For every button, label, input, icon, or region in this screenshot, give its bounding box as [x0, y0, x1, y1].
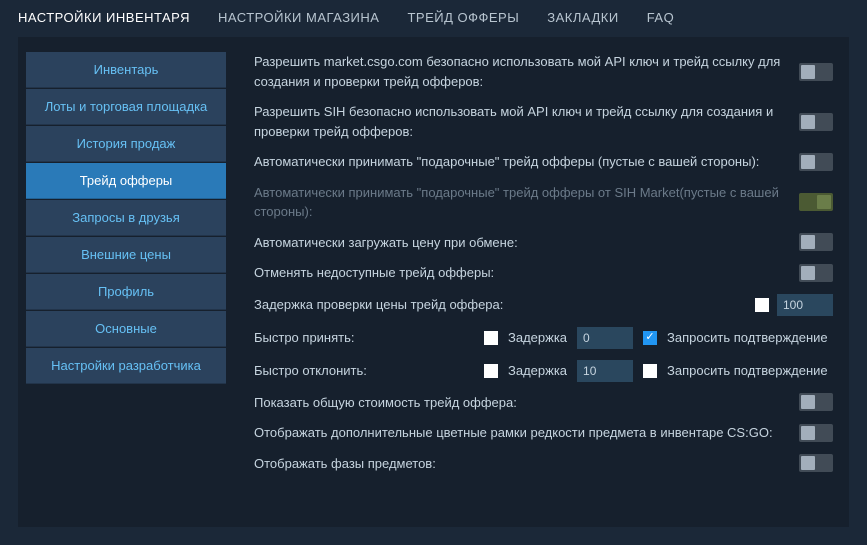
label-quick-accept-delay: Задержка: [508, 330, 567, 345]
label-allow-sih: Разрешить SIH безопасно использовать мой…: [254, 102, 785, 141]
sidebar-item-profile[interactable]: Профиль: [26, 274, 226, 310]
label-quick-accept-confirm: Запросить подтверждение: [667, 330, 828, 345]
sidebar-item-friend-requests[interactable]: Запросы в друзья: [26, 200, 226, 236]
label-price-check-delay: Задержка проверки цены трейд оффера:: [254, 295, 741, 315]
content: Разрешить market.csgo.com безопасно испо…: [226, 52, 839, 497]
input-quick-decline-delay[interactable]: [577, 360, 633, 382]
label-auto-accept-gift-sih: Автоматически принимать "подарочные" тре…: [254, 183, 785, 222]
toggle-auto-load-price[interactable]: [799, 233, 833, 251]
settings-panel: Инвентарь Лоты и торговая площадка Истор…: [18, 37, 849, 527]
nav-inventory-settings[interactable]: НАСТРОЙКИ ИНВЕНТАРЯ: [18, 10, 190, 25]
label-quick-decline-delay: Задержка: [508, 363, 567, 378]
label-quick-accept: Быстро принять:: [254, 330, 474, 345]
sidebar-item-general[interactable]: Основные: [26, 311, 226, 347]
checkbox-quick-accept-confirm[interactable]: [643, 331, 657, 345]
top-nav: НАСТРОЙКИ ИНВЕНТАРЯ НАСТРОЙКИ МАГАЗИНА Т…: [0, 0, 867, 37]
toggle-show-total-cost[interactable]: [799, 393, 833, 411]
sidebar-item-trade-offers[interactable]: Трейд офферы: [26, 163, 226, 199]
label-auto-accept-gift: Автоматически принимать "подарочные" тре…: [254, 152, 785, 172]
checkbox-price-check-delay[interactable]: [755, 298, 769, 312]
toggle-allow-market-csgo[interactable]: [799, 63, 833, 81]
toggle-show-phases[interactable]: [799, 454, 833, 472]
nav-store-settings[interactable]: НАСТРОЙКИ МАГАЗИНА: [218, 10, 380, 25]
input-price-check-delay[interactable]: [777, 294, 833, 316]
nav-faq[interactable]: FAQ: [647, 10, 675, 25]
label-allow-market-csgo: Разрешить market.csgo.com безопасно испо…: [254, 52, 785, 91]
checkbox-quick-accept-delay[interactable]: [484, 331, 498, 345]
input-quick-accept-delay[interactable]: [577, 327, 633, 349]
label-auto-load-price: Автоматически загружать цену при обмене:: [254, 233, 785, 253]
toggle-show-rarity-frames[interactable]: [799, 424, 833, 442]
sidebar: Инвентарь Лоты и торговая площадка Истор…: [26, 52, 226, 497]
nav-bookmarks[interactable]: ЗАКЛАДКИ: [547, 10, 618, 25]
label-show-total-cost: Показать общую стоимость трейд оффера:: [254, 393, 785, 413]
label-show-rarity-frames: Отображать дополнительные цветные рамки …: [254, 423, 785, 443]
toggle-cancel-unavailable[interactable]: [799, 264, 833, 282]
checkbox-quick-decline-delay[interactable]: [484, 364, 498, 378]
label-quick-decline-confirm: Запросить подтверждение: [667, 363, 828, 378]
label-quick-decline: Быстро отклонить:: [254, 363, 474, 378]
sidebar-item-external-prices[interactable]: Внешние цены: [26, 237, 226, 273]
sidebar-item-lots[interactable]: Лоты и торговая площадка: [26, 89, 226, 125]
label-show-phases: Отображать фазы предметов:: [254, 454, 785, 474]
sidebar-item-developer[interactable]: Настройки разработчика: [26, 348, 226, 384]
checkbox-quick-decline-confirm[interactable]: [643, 364, 657, 378]
label-cancel-unavailable: Отменять недоступные трейд офферы:: [254, 263, 785, 283]
sidebar-item-inventory[interactable]: Инвентарь: [26, 52, 226, 88]
toggle-auto-accept-gift-sih[interactable]: [799, 193, 833, 211]
toggle-auto-accept-gift[interactable]: [799, 153, 833, 171]
nav-trade-offers[interactable]: ТРЕЙД ОФФЕРЫ: [407, 10, 519, 25]
toggle-allow-sih[interactable]: [799, 113, 833, 131]
sidebar-item-sales-history[interactable]: История продаж: [26, 126, 226, 162]
